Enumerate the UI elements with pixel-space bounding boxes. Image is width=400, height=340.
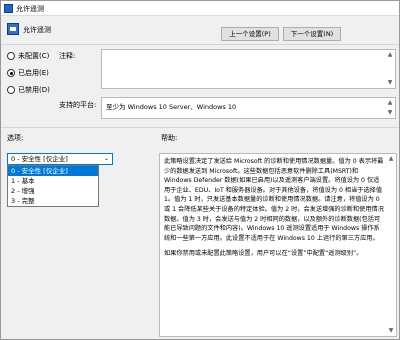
help-paragraph: 如果你禁用或未配置此策略设置，用户可以在“设置”中配置“遥测级别”。	[164, 250, 363, 258]
policy-icon	[7, 23, 19, 35]
section-divider	[1, 127, 399, 128]
platform-box: 至少为 Windows 10 Server、Windows 10 ▲ ▼	[101, 97, 396, 119]
policy-title: 允许遥测	[23, 26, 51, 34]
scroll-up-icon[interactable]: ▲	[385, 98, 395, 108]
radio-circle-checked[interactable]	[7, 69, 15, 77]
radio-disabled[interactable]: 已禁用(D)	[7, 85, 50, 95]
dropdown-item[interactable]: 0 - 安全性 [仅企业]	[8, 166, 98, 176]
dropdown-item[interactable]: 3 - 完整	[8, 196, 98, 206]
radio-label: 已启用(E)	[18, 69, 49, 77]
scroll-down-icon[interactable]: ▼	[385, 108, 395, 118]
help-paragraph: 此策略设置决定了发送给 Microsoft 的诊断和使用情况数据量。值为 0 表…	[164, 158, 384, 242]
help-label: 帮助:	[161, 134, 178, 142]
options-select[interactable]: 0 - 安全性 [仅企业] ⌄	[7, 153, 113, 165]
previous-setting-button[interactable]: 上一个设置(P)	[221, 27, 279, 41]
dropdown-item[interactable]: 2 - 增强	[8, 186, 98, 196]
radio-enabled[interactable]: 已启用(E)	[7, 68, 49, 78]
radio-circle[interactable]	[7, 86, 15, 94]
chevron-down-icon[interactable]: ⌄	[104, 154, 109, 164]
options-selected-value: 0 - 安全性 [仅企业]	[11, 155, 68, 163]
scroll-down-icon[interactable]: ▼	[386, 326, 396, 336]
dropdown-item[interactable]: 1 - 基本	[8, 176, 98, 186]
comment-label: 注释:	[59, 52, 76, 60]
window-title: 允许遥测	[16, 5, 44, 13]
radio-label: 已禁用(D)	[18, 86, 50, 94]
comment-textarea[interactable]: ▲ ▼	[101, 49, 396, 89]
policy-window: 允许遥测 允许遥测 上一个设置(P) 下一个设置(N) 未配置(C) 已启用(E…	[0, 0, 400, 340]
options-label: 选项:	[7, 134, 24, 142]
options-dropdown-list: 0 - 安全性 [仅企业] 1 - 基本 2 - 增强 3 - 完整	[7, 165, 99, 207]
title-bar: 允许遥测	[1, 1, 399, 16]
radio-circle[interactable]	[7, 52, 15, 60]
platform-value: 至少为 Windows 10 Server、Windows 10	[106, 103, 237, 111]
scroll-up-icon[interactable]: ▲	[386, 154, 396, 164]
scroll-down-icon[interactable]: ▼	[385, 78, 395, 88]
app-icon	[4, 4, 13, 13]
next-setting-button[interactable]: 下一个设置(N)	[283, 27, 341, 41]
radio-not-configured[interactable]: 未配置(C)	[7, 51, 49, 61]
help-text-box[interactable]: 此策略设置决定了发送给 Microsoft 的诊断和使用情况数据量。值为 0 表…	[159, 153, 397, 337]
platform-label: 支持的平台:	[59, 101, 97, 109]
scroll-up-icon[interactable]: ▲	[385, 50, 395, 60]
radio-label: 未配置(C)	[18, 52, 50, 60]
header-divider	[1, 44, 399, 45]
